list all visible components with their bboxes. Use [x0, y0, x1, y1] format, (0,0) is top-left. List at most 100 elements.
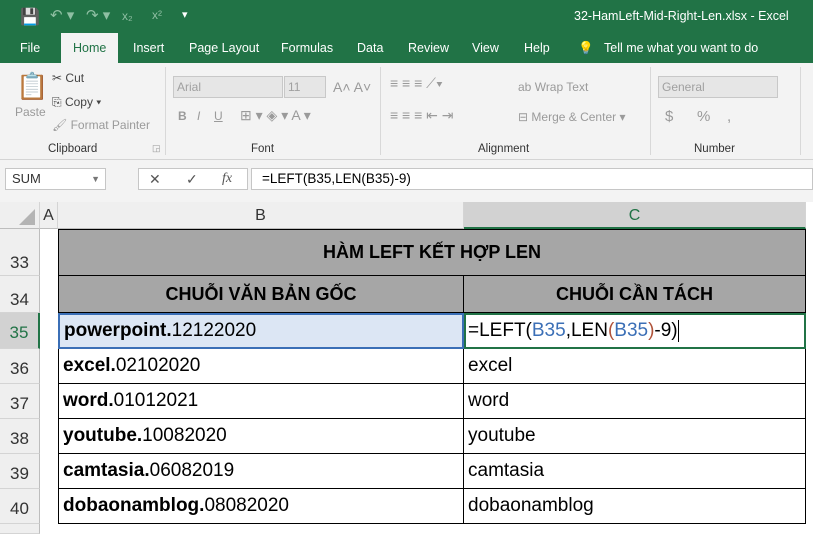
row-header-38[interactable]: 38 [0, 419, 40, 454]
insert-function-icon[interactable]: fx [222, 169, 232, 189]
cell-b35[interactable]: powerpoint. 12122020 [58, 313, 464, 349]
superscript-icon[interactable]: x² [152, 8, 162, 22]
grow-font-icon[interactable]: A˄ A˅ [333, 79, 371, 95]
row-header-39[interactable]: 39 [0, 454, 40, 489]
font-name-select[interactable]: Arial [173, 76, 283, 98]
cell-c35-editing[interactable]: =LEFT(B35 ,LEN(B35) -9) [464, 313, 806, 349]
brush-icon: 🖌 [52, 118, 68, 132]
header-cell-c[interactable]: CHUỖI CẦN TÁCH [464, 276, 806, 313]
underline-button[interactable]: U [214, 109, 223, 123]
undo-icon[interactable]: ↶ ▾ [50, 6, 74, 24]
cell-c39[interactable]: camtasia [464, 454, 806, 489]
horizontal-align-icons[interactable]: ≡ ≡ ≡ ⇤ ⇥ [390, 107, 454, 124]
cell-c37[interactable]: word [464, 384, 806, 419]
cell-rest-text: 06082019 [149, 460, 235, 481]
title-separator: - [750, 9, 755, 23]
cell-rest-text: 01012021 [113, 390, 199, 411]
lightbulb-icon: 💡 [578, 41, 594, 55]
paste-button[interactable]: Paste [15, 105, 46, 119]
cell-rest-text: 12122020 [171, 320, 257, 341]
copy-label: Copy [64, 95, 93, 109]
header-cell-b[interactable]: CHUỖI VĂN BẢN GỐC [58, 276, 464, 313]
redo-icon[interactable]: ↷ ▾ [86, 6, 110, 24]
borders-icon[interactable]: ⊞ ▾ ◈ ▾ A ▾ [240, 107, 311, 124]
dialog-launcher-icon[interactable]: ◲ [152, 143, 161, 154]
merge-label: Merge & Center [531, 110, 617, 124]
row-header-36[interactable]: 36 [0, 349, 40, 384]
formula-part: =LEFT( [468, 320, 532, 341]
cell-rest-text: 08082020 [204, 495, 289, 516]
cell-b37[interactable]: word. 01012021 [58, 384, 464, 419]
cell-b36[interactable]: excel. 02102020 [58, 349, 464, 384]
format-painter-button[interactable]: 🖌 Format Painter [52, 118, 150, 132]
tab-view[interactable]: View [472, 33, 499, 63]
font-size-select[interactable]: 11 [284, 76, 326, 98]
vertical-align-icons[interactable]: ≡ ≡ ≡ ⟋▾ [390, 75, 443, 92]
cell-rest-text: 02102020 [115, 355, 201, 376]
subscript-icon[interactable]: x₂ [122, 9, 133, 23]
tab-insert[interactable]: Insert [133, 33, 164, 63]
merge-center-button[interactable]: ⊟ Merge & Center ▾ [518, 110, 625, 124]
number-format-select[interactable]: General [658, 76, 778, 98]
tab-data[interactable]: Data [357, 33, 383, 63]
window-title: 32-HamLeft-Mid-Right-Len.xlsx - Excel [574, 9, 789, 23]
cell-b39[interactable]: camtasia. 06082019 [58, 454, 464, 489]
tab-help[interactable]: Help [524, 33, 550, 63]
ribbon-tabs: File Home Insert Page Layout Formulas Da… [0, 33, 813, 63]
wrap-icon: ab [518, 80, 532, 94]
copy-icon: ⎘ [52, 95, 62, 109]
italic-button[interactable]: I [197, 109, 200, 123]
tell-me-search[interactable]: Tell me what you want to do [604, 33, 758, 63]
formula-input[interactable]: =LEFT(B35,LEN(B35)-9) [251, 168, 813, 190]
cell-bold-text: dobaonamblog. [63, 495, 205, 516]
tab-file[interactable]: File [20, 33, 40, 63]
column-header-a[interactable]: A [40, 202, 58, 229]
spreadsheet-grid: A B C 33 34 35 HÀM LEFT KẾT HỢP LEN CHUỖ… [0, 202, 813, 534]
cell-b38[interactable]: youtube. 10082020 [58, 419, 464, 454]
row-header-41[interactable] [0, 524, 40, 534]
customize-qat-icon[interactable]: ▾ [182, 8, 188, 21]
tab-page-layout[interactable]: Page Layout [189, 33, 259, 63]
enter-icon[interactable]: ✓ [186, 169, 198, 189]
tab-formulas[interactable]: Formulas [281, 33, 333, 63]
formula-part: ,LEN [565, 320, 608, 341]
formula-ref: B35 [531, 320, 566, 341]
cell-bold-text: youtube. [63, 425, 143, 446]
row-header-37[interactable]: 37 [0, 384, 40, 419]
paste-icon[interactable]: 📋 [16, 71, 48, 102]
cell-b40[interactable]: dobaonamblog. 08082020 [58, 489, 464, 524]
formula-ref: B35 [614, 320, 649, 341]
filename: 32-HamLeft-Mid-Right-Len.xlsx [574, 9, 747, 23]
currency-button[interactable]: $ [665, 108, 673, 125]
save-icon[interactable]: 💾 [20, 7, 40, 27]
column-header-b[interactable]: B [58, 202, 464, 229]
column-header-c[interactable]: C [464, 202, 806, 229]
name-box[interactable]: SUM ▼ [5, 168, 106, 190]
copy-button[interactable]: ⎘ Copy ▾ [52, 95, 101, 110]
select-all-button[interactable] [0, 202, 40, 229]
group-alignment: Alignment [478, 143, 530, 155]
percent-button[interactable]: % [697, 108, 710, 125]
row-header-33[interactable]: 33 [0, 229, 40, 276]
cut-button[interactable]: ✂ Cut [52, 71, 84, 85]
row-header-34[interactable]: 34 [0, 276, 40, 313]
cell-c38[interactable]: youtube [464, 419, 806, 454]
tab-home[interactable]: Home [61, 33, 119, 63]
row-header-35[interactable]: 35 [0, 313, 40, 349]
comma-button[interactable]: , [727, 108, 731, 125]
title-cell[interactable]: HÀM LEFT KẾT HỢP LEN [58, 229, 806, 276]
formula-part: -9) [654, 320, 678, 341]
title-bar: 💾 ↶ ▾ ↷ ▾ x₂ x² ▾ 32-HamLeft-Mid-Right-L… [0, 0, 813, 33]
group-number: Number [694, 143, 735, 155]
cancel-icon[interactable]: ✕ [149, 169, 161, 189]
name-box-value: SUM [12, 171, 41, 186]
group-font: Font [251, 143, 275, 155]
cell-c36[interactable]: excel [464, 349, 806, 384]
row-header-40[interactable]: 40 [0, 489, 40, 524]
cell-bold-text: excel. [63, 355, 116, 376]
bold-button[interactable]: B [178, 109, 187, 123]
tab-review[interactable]: Review [408, 33, 449, 63]
cell-c40[interactable]: dobaonamblog [464, 489, 806, 524]
wrap-text-button[interactable]: ab Wrap Text [518, 80, 588, 94]
merge-icon: ⊟ [518, 110, 529, 124]
